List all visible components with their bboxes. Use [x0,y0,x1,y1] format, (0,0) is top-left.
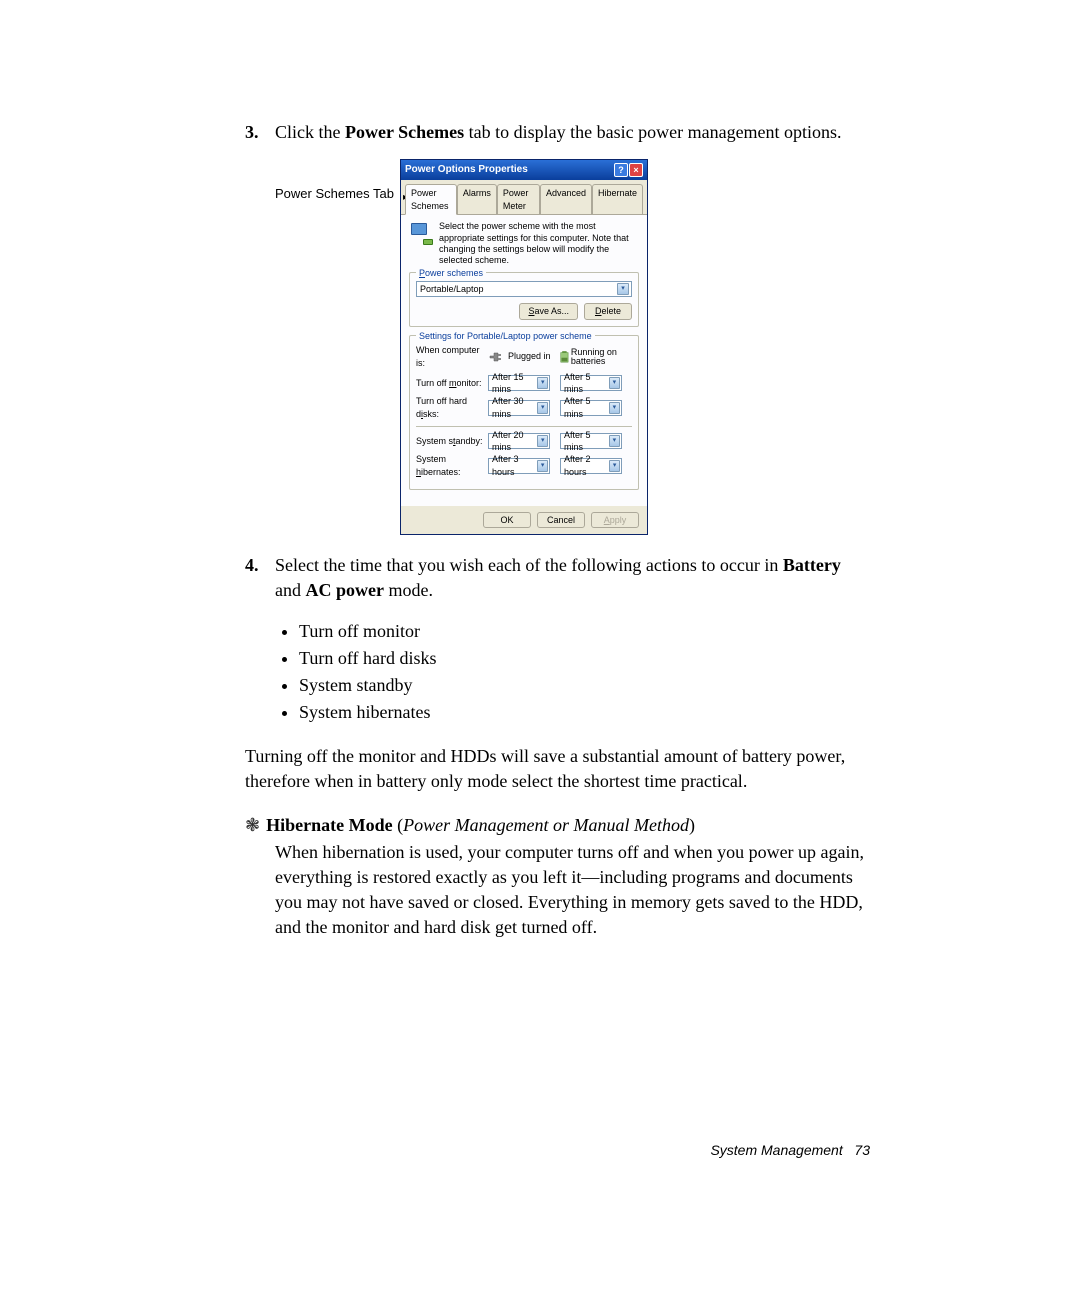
tab-advanced[interactable]: Advanced [540,184,592,214]
standby-battery-select[interactable]: After 5 mins▾ [560,433,622,449]
step-4-bullets: Turn off monitor Turn off hard disks Sys… [299,618,870,727]
step3-post: tab to display the basic power managemen… [464,122,841,142]
page-footer: System Management 73 [245,1141,870,1161]
dialog-footer: OK Cancel Apply [401,506,647,535]
groupbox-power-schemes: Power schemes Portable/Laptop ▾ Save As.… [409,272,639,327]
tabs: Power Schemes Alarms Power Meter Advance… [401,180,647,215]
step-4-text: Select the time that you wish each of th… [275,553,870,603]
row-system-standby: System standby: After 20 mins▾ After 5 m… [416,433,632,449]
battery-label: Running on batteries [571,348,632,366]
groupbox-schemes-legend: Power schemes [416,267,486,280]
step-3-number: 3. [245,120,275,145]
cancel-button[interactable]: Cancel [537,512,585,529]
footer-section: System Management [710,1142,842,1158]
hibernate-heading: ❃ Hibernate Mode (Power Management or Ma… [245,813,870,838]
hib-title-bold: Hibernate Mode [266,815,392,835]
delete-rest: elete [601,306,621,316]
power-scheme-icon [409,221,433,245]
scheme-buttons: Save As... Delete [416,303,632,320]
hib-title-paren-open: ( [393,815,404,835]
bullet-system-standby: System standby [299,672,870,699]
s4-post: mode. [384,580,433,600]
row-turn-off-hdd: Turn off hard disks: After 30 mins▾ Afte… [416,395,632,420]
dialog-illustration: Power Schemes Tab ▸ Power Options Proper… [245,159,870,535]
battery-tip-paragraph: Turning off the monitor and HDDs will sa… [245,744,870,794]
chevron-down-icon[interactable]: ▾ [609,435,620,447]
tab-hibernate[interactable]: Hibernate [592,184,643,214]
step-3: 3. Click the Power Schemes tab to displa… [245,120,870,145]
hibernate-body: When hibernation is used, your computer … [275,840,870,941]
hibernate-plugged-select[interactable]: After 3 hours▾ [488,458,550,474]
step-4-number: 4. [245,553,275,603]
scheme-select[interactable]: Portable/Laptop ▾ [416,281,632,297]
hib-title-italic: Power Management or Manual Method [403,815,689,835]
tab-alarms[interactable]: Alarms [457,184,497,214]
step3-bold: Power Schemes [345,122,464,142]
system-hibernates-label: System hibernates: [416,453,488,478]
when-computer-label: When computer is: [416,344,488,369]
chevron-down-icon[interactable]: ▾ [537,435,548,447]
groupbox-settings: Settings for Portable/Laptop power schem… [409,335,639,490]
monitor-plugged-select[interactable]: After 15 mins▾ [488,375,550,391]
plugged-in-column: Plugged in [488,350,560,364]
footer-page-number: 73 [854,1142,870,1158]
callout-power-schemes-tab: Power Schemes Tab ▸ [245,159,400,203]
tab-power-meter[interactable]: Power Meter [497,184,540,214]
monitor-battery-select[interactable]: After 5 mins▾ [560,375,622,391]
dialog-body: Select the power scheme with the most ap… [401,215,647,505]
ok-button[interactable]: OK [483,512,531,529]
tab-power-schemes[interactable]: Power Schemes [405,184,457,215]
s4-pre: Select the time that you wish each of th… [275,555,783,575]
step-3-text: Click the Power Schemes tab to display t… [275,120,870,145]
gear-icon: ❃ [245,813,260,838]
plug-icon [488,350,504,364]
plugged-in-label: Plugged in [508,350,551,363]
delete-button[interactable]: Delete [584,303,632,320]
power-options-dialog: Power Options Properties ? × Power Schem… [400,159,648,535]
s4-bold1: Battery [783,555,841,575]
intro-text: Select the power scheme with the most ap… [439,221,639,266]
chevron-down-icon[interactable]: ▾ [609,460,620,472]
scheme-selected-value: Portable/Laptop [420,283,484,296]
titlebar: Power Options Properties ? × [401,160,647,180]
help-button[interactable]: ? [614,163,628,177]
battery-icon [560,349,569,365]
s4-mid: and [275,580,306,600]
hdd-battery-select[interactable]: After 5 mins▾ [560,400,622,416]
bullet-turn-off-hdd: Turn off hard disks [299,645,870,672]
step3-pre: Click the [275,122,345,142]
callout-label-text: Power Schemes Tab [275,186,394,201]
chevron-down-icon[interactable]: ▾ [609,402,620,414]
close-button[interactable]: × [629,163,643,177]
groupbox-settings-legend: Settings for Portable/Laptop power schem… [416,330,595,343]
step-4: 4. Select the time that you wish each of… [245,553,870,603]
hdd-plugged-select[interactable]: After 30 mins▾ [488,400,550,416]
turn-off-hdd-label: Turn off hard disks: [416,395,488,420]
saveas-rest: ave As... [534,306,569,316]
system-standby-label: System standby: [416,435,488,448]
settings-header: When computer is: Plugged in Running on … [416,344,632,369]
intro-row: Select the power scheme with the most ap… [409,221,639,266]
chevron-down-icon[interactable]: ▾ [617,283,629,295]
chevron-down-icon[interactable]: ▾ [537,460,548,472]
chevron-down-icon[interactable]: ▾ [537,402,548,414]
bullet-system-hibernates: System hibernates [299,699,870,726]
hibernate-battery-select[interactable]: After 2 hours▾ [560,458,622,474]
save-as-button[interactable]: Save As... [519,303,578,320]
bullet-turn-off-monitor: Turn off monitor [299,618,870,645]
hib-title-paren-close: ) [689,815,695,835]
row-system-hibernates: System hibernates: After 3 hours▾ After … [416,453,632,478]
chevron-down-icon[interactable]: ▾ [537,377,548,389]
row-turn-off-monitor: Turn off monitor: After 15 mins▾ After 5… [416,375,632,391]
legend1-rest: ower schemes [425,268,483,278]
battery-column: Running on batteries [560,348,632,366]
divider [416,426,632,427]
titlebar-buttons: ? × [614,163,643,177]
turn-off-monitor-label: Turn off monitor: [416,377,488,390]
chevron-down-icon[interactable]: ▾ [609,377,620,389]
dialog-title: Power Options Properties [405,163,614,177]
standby-plugged-select[interactable]: After 20 mins▾ [488,433,550,449]
apply-button[interactable]: Apply [591,512,639,529]
s4-bold2: AC power [306,580,385,600]
